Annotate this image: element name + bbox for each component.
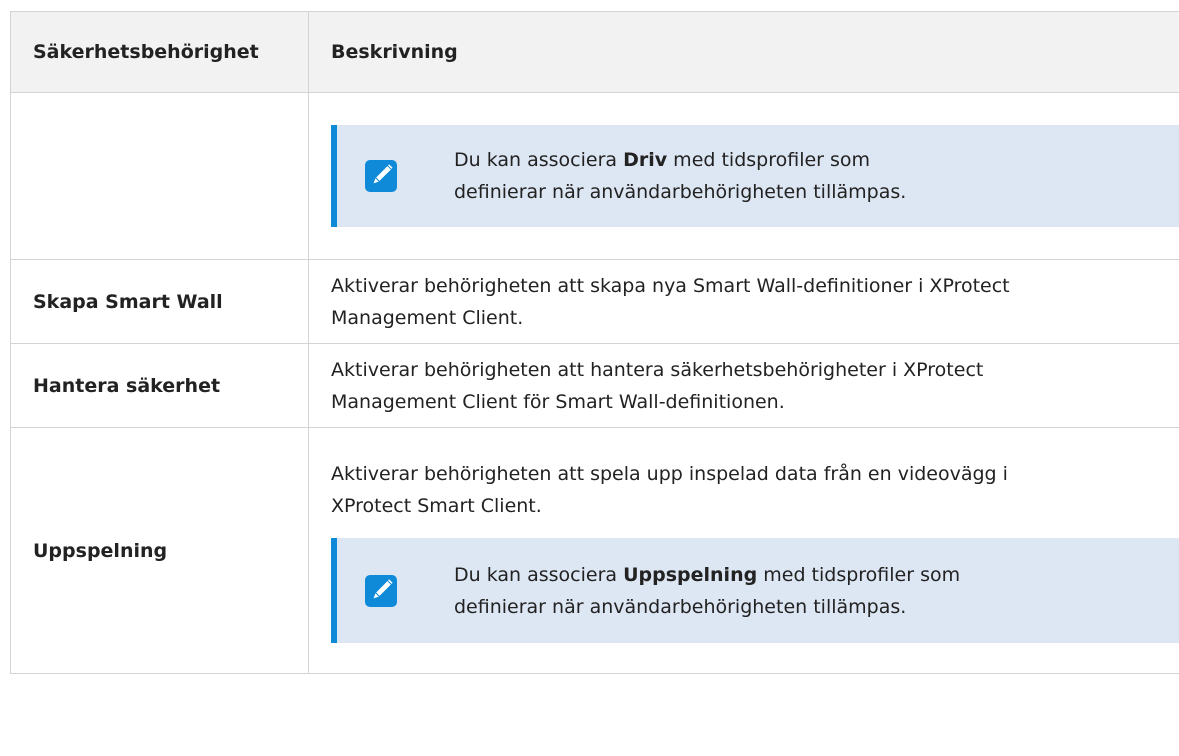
- description-line: Management Client.: [331, 306, 524, 329]
- column-header-description: Beskrivning: [308, 11, 1179, 93]
- permission-name: Uppspelning: [10, 427, 309, 674]
- table-header: Säkerhetsbehörighet Beskrivning: [10, 11, 1179, 93]
- note-suffix: med tidsprofiler som: [667, 149, 871, 171]
- permission-description: Du kan associera Driv med tidsprofiler s…: [308, 92, 1179, 260]
- permission-description: Aktiverar behörigheten att skapa nya Sma…: [308, 259, 1179, 344]
- pencil-note-icon: [361, 156, 401, 196]
- table-row: Uppspelning Aktiverar behörigheten att s…: [10, 427, 1179, 674]
- note-line-2: definierar när användarbehörigheten till…: [454, 595, 907, 618]
- note-bold-term: Uppspelning: [623, 563, 758, 586]
- table-row: Du kan associera Driv med tidsprofiler s…: [10, 92, 1179, 260]
- permissions-table: Säkerhetsbehörighet Beskrivning Du kan a…: [10, 11, 1179, 674]
- permission-name-empty: [10, 92, 309, 260]
- note-text: Du kan associera Driv med tidsprofiler s…: [454, 144, 906, 208]
- permission-name: Hantera säkerhet: [10, 343, 309, 428]
- note-line-1: Du kan associera Uppspelning med tidspro…: [454, 559, 960, 591]
- note-bold-term: Driv: [623, 149, 668, 171]
- description-line: XProtect Smart Client.: [331, 495, 542, 517]
- note-box: Du kan associera Uppspelning med tidspro…: [331, 538, 1179, 643]
- description-line: Aktiverar behörigheten att spela upp ins…: [331, 463, 1008, 485]
- description-line: Management Client för Smart Wall-definit…: [331, 390, 785, 413]
- note-line-1: Du kan associera Driv med tidsprofiler s…: [454, 144, 906, 176]
- note-suffix: med tidsprofiler som: [757, 563, 961, 586]
- description-line: Aktiverar behörigheten att hantera säker…: [331, 358, 984, 381]
- pencil-note-icon: [361, 571, 401, 611]
- document-page: Säkerhetsbehörighet Beskrivning Du kan a…: [0, 0, 1179, 756]
- table-header-row: Säkerhetsbehörighet Beskrivning: [10, 11, 1179, 93]
- table-body: Du kan associera Driv med tidsprofiler s…: [10, 92, 1179, 674]
- note-prefix: Du kan associera: [454, 149, 624, 171]
- permission-name: Skapa Smart Wall: [10, 259, 309, 344]
- description-line: Aktiverar behörigheten att skapa nya Sma…: [331, 274, 1010, 297]
- column-header-permission: Säkerhetsbehörighet: [10, 11, 309, 93]
- permission-description: Aktiverar behörigheten att hantera säker…: [308, 343, 1179, 428]
- table-row: Hantera säkerhet Aktiverar behörigheten …: [10, 343, 1179, 428]
- permission-description: Aktiverar behörigheten att spela upp ins…: [308, 427, 1179, 674]
- note-text: Du kan associera Uppspelning med tidspro…: [454, 559, 960, 623]
- note-box: Du kan associera Driv med tidsprofiler s…: [331, 125, 1179, 227]
- table-row: Skapa Smart Wall Aktiverar behörigheten …: [10, 259, 1179, 344]
- note-line-2: definierar när användarbehörigheten till…: [454, 181, 907, 203]
- note-prefix: Du kan associera: [454, 563, 624, 586]
